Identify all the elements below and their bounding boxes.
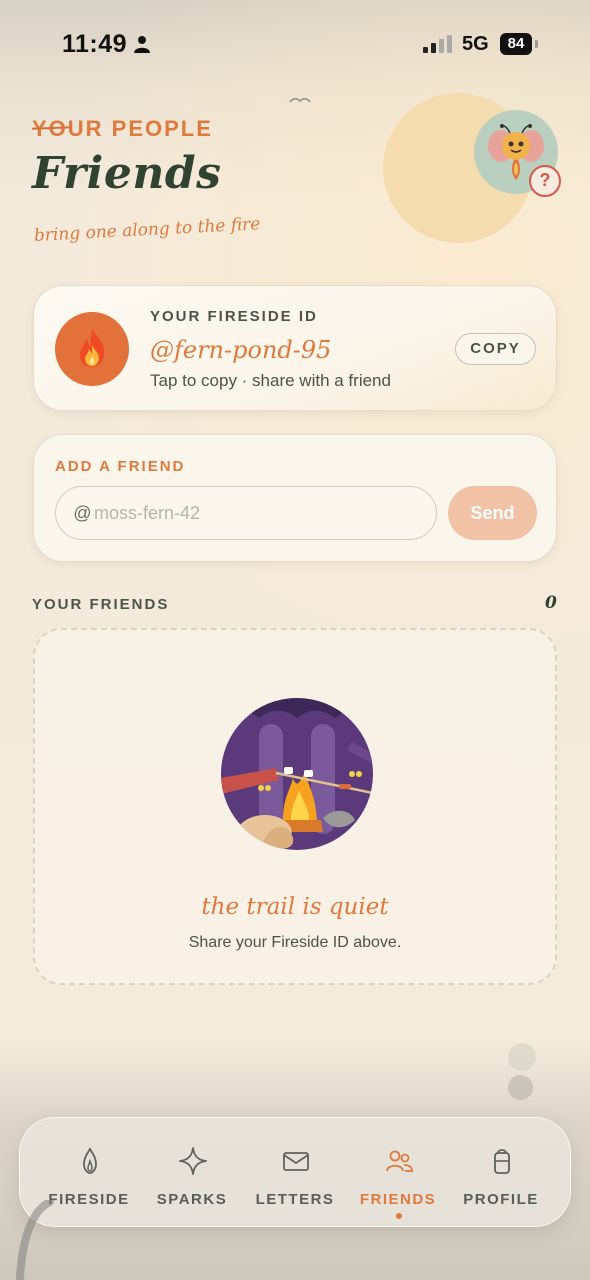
bird-icon [289,98,311,103]
tab-letters[interactable]: LETTERS [243,1118,347,1228]
at-sign: @ [73,503,92,523]
empty-state-title: the trail is quiet [201,894,389,920]
signal-icon [423,35,452,53]
active-tab-indicator [396,1213,402,1219]
help-button[interactable]: ? [529,165,561,197]
scroll-indicator [508,1043,536,1071]
battery-tip [535,40,538,48]
fireside-id-card[interactable]: YOUR FIRESIDE ID @fern-pond-95 Tap to co… [33,285,557,411]
add-friend-card: ADD A FRIEND @ Send [33,434,557,562]
campfire-illustration [221,698,373,850]
fire-badge [55,312,129,386]
bottom-tab-bar: FIRESIDE SPARKS LETTERS FRIENDS PROFILE [19,1117,571,1227]
send-button[interactable]: Send [448,486,537,540]
status-bar: 11:49 5G 84 [0,0,590,88]
tab-label: FRIENDS [359,1191,437,1208]
friend-id-field[interactable]: @ [55,486,437,540]
id-label: YOUR FIRESIDE ID [150,308,318,325]
id-value[interactable]: @fern-pond-95 [150,336,331,364]
tab-label: SPARKS [156,1191,228,1208]
flame-icon [83,1147,97,1174]
people-icon [386,1150,413,1172]
add-friend-label: ADD A FRIEND [55,458,186,475]
tab-friends[interactable]: FRIENDS [346,1118,450,1228]
empty-state-subtitle: Share your Fireside ID above. [188,934,402,951]
fire-icon [80,329,105,367]
id-hint: Tap to copy · share with a friend [150,371,391,390]
tab-label: LETTERS [255,1191,335,1208]
tab-sparks[interactable]: SPARKS [140,1118,244,1228]
envelope-icon [283,1152,309,1171]
corner-decoration [16,1200,54,1280]
page-eyebrow: YOUR PEOPLE [32,116,213,141]
friends-count: 0 [545,593,557,613]
battery-icon: 84 [500,33,532,55]
person-icon [134,36,150,53]
friend-id-input[interactable] [94,489,424,537]
copy-button[interactable]: COPY [455,333,536,365]
friends-heading: YOUR FRIENDS [32,596,170,613]
sparkle-icon [179,1147,207,1175]
scroll-indicator [508,1075,533,1100]
tab-label: PROFILE [463,1191,539,1208]
status-time: 11:49 [62,30,128,58]
network-label: 5G [462,33,489,55]
tab-profile[interactable]: PROFILE [449,1118,553,1228]
backpack-icon [494,1149,510,1174]
page-title: Friends [32,148,222,199]
friends-empty-state: the trail is quiet Share your Fireside I… [33,628,557,985]
